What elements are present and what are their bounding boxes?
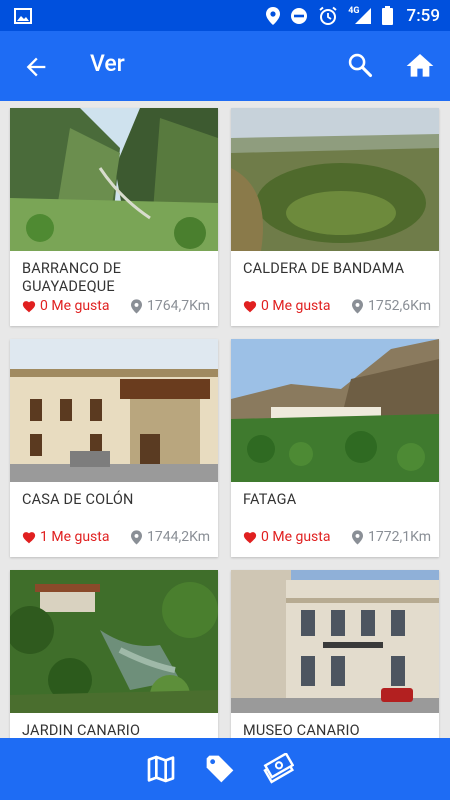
- location-pin-icon: [131, 298, 142, 314]
- likes-count: 0 Me gusta: [261, 298, 331, 314]
- location-pin-icon: [131, 529, 142, 545]
- gallery-notification-icon: [14, 7, 32, 24]
- place-card[interactable]: CALDERA DE BANDAMA 0 Me gusta 1752,6Km: [231, 108, 439, 326]
- place-name: FATAGA: [243, 491, 297, 508]
- places-grid: BARRANCO DE GUAYADEQUE 0 Me gusta 1764,7…: [0, 101, 450, 741]
- place-card[interactable]: BARRANCO DE GUAYADEQUE 0 Me gusta 1764,7…: [10, 108, 218, 326]
- place-photo: [10, 108, 218, 251]
- distance-value: 1744,2Km: [147, 529, 210, 545]
- tag-icon[interactable]: [204, 753, 236, 785]
- place-name: CASA DE COLÓN: [22, 491, 134, 508]
- location-pin-icon: [352, 298, 363, 314]
- heart-icon: [22, 300, 36, 312]
- place-name: BARRANCO DE GUAYADEQUE: [22, 260, 122, 295]
- home-icon[interactable]: [404, 50, 436, 82]
- heart-icon: [22, 531, 36, 543]
- place-photo: [231, 339, 439, 482]
- status-time: 7:59: [406, 5, 440, 26]
- place-meta: 0 Me gusta 1764,7Km: [22, 298, 210, 314]
- distance: 1764,7Km: [131, 298, 210, 314]
- alarm-icon: [319, 6, 337, 25]
- like-button[interactable]: 0 Me gusta: [243, 298, 330, 314]
- place-photo: [231, 570, 439, 713]
- distance-value: 1772,1Km: [368, 529, 431, 545]
- location-icon: [266, 6, 281, 25]
- bottom-navigation: [0, 738, 450, 800]
- like-button[interactable]: 1 Me gusta: [22, 529, 109, 545]
- place-photo: [231, 108, 439, 251]
- place-photo: [10, 570, 218, 713]
- page-title: Ver: [90, 50, 125, 77]
- money-icon[interactable]: [262, 753, 294, 785]
- search-icon[interactable]: [346, 51, 374, 79]
- distance-value: 1764,7Km: [147, 298, 210, 314]
- like-button[interactable]: 0 Me gusta: [243, 529, 330, 545]
- distance: 1744,2Km: [131, 529, 210, 545]
- likes-count: 1 Me gusta: [40, 529, 110, 545]
- heart-icon: [243, 531, 257, 543]
- app-bar: Ver: [0, 31, 450, 101]
- place-card[interactable]: FATAGA 0 Me gusta 1772,1Km: [231, 339, 439, 557]
- place-photo: [10, 339, 218, 482]
- place-meta: 1 Me gusta 1744,2Km: [22, 529, 210, 545]
- battery-icon: [381, 6, 393, 25]
- do-not-disturb-icon: [291, 7, 308, 24]
- like-button[interactable]: 0 Me gusta: [22, 298, 109, 314]
- distance-value: 1752,6Km: [368, 298, 431, 314]
- distance: 1752,6Km: [352, 298, 431, 314]
- place-card[interactable]: JARDIN CANARIO: [10, 570, 218, 741]
- likes-count: 0 Me gusta: [261, 529, 331, 545]
- status-bar: 4G 7:59: [0, 0, 450, 31]
- network-type-label: 4G: [348, 5, 360, 16]
- likes-count: 0 Me gusta: [40, 298, 110, 314]
- location-pin-icon: [352, 529, 363, 545]
- place-name: CALDERA DE BANDAMA: [243, 260, 405, 277]
- distance: 1772,1Km: [352, 529, 431, 545]
- place-meta: 0 Me gusta 1752,6Km: [243, 298, 431, 314]
- map-icon[interactable]: [145, 753, 177, 785]
- place-card[interactable]: MUSEO CANARIO: [231, 570, 439, 741]
- place-meta: 0 Me gusta 1772,1Km: [243, 529, 431, 545]
- heart-icon: [243, 300, 257, 312]
- place-card[interactable]: CASA DE COLÓN 1 Me gusta 1744,2Km: [10, 339, 218, 557]
- back-arrow-icon[interactable]: [22, 53, 50, 81]
